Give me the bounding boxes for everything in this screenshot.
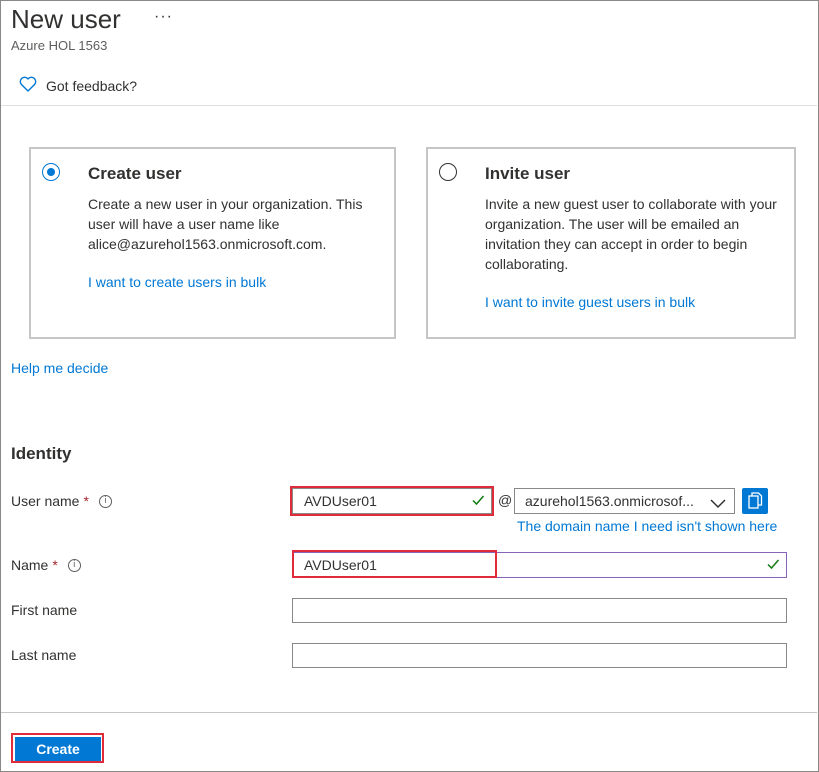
domain-dropdown[interactable]: azurehol1563.onmicrosof...: [514, 488, 735, 514]
info-icon[interactable]: i: [67, 558, 81, 572]
page-title: New user: [11, 4, 121, 34]
required-asterisk: *: [83, 493, 89, 509]
heart-icon: [19, 76, 37, 97]
name-label: Name: [11, 557, 49, 573]
username-label: User name: [11, 493, 80, 509]
footer-divider: [1, 712, 817, 713]
create-user-title: Create user: [88, 164, 182, 183]
domain-value: azurehol1563.onmicrosof...: [525, 493, 694, 509]
username-input[interactable]: AVDUser01: [292, 488, 492, 514]
first-name-label: First name: [11, 602, 78, 618]
first-name-input[interactable]: [292, 598, 787, 623]
create-user-option[interactable]: Create user Create a new user in your or…: [29, 147, 396, 339]
create-button[interactable]: Create: [15, 737, 101, 761]
name-input[interactable]: AVDUser01: [292, 552, 787, 578]
identity-section-title: Identity: [11, 444, 72, 463]
required-asterisk: *: [52, 557, 58, 573]
at-sign: @: [498, 492, 513, 508]
username-value: AVDUser01: [304, 493, 377, 509]
feedback-label: Got feedback?: [46, 78, 138, 94]
bulk-invite-link[interactable]: I want to invite guest users in bulk: [485, 294, 695, 310]
more-actions-button[interactable]: ···: [154, 8, 173, 26]
valid-check-icon: [766, 557, 780, 574]
copy-button[interactable]: [742, 488, 768, 514]
invite-user-description: Invite a new guest user to collaborate w…: [485, 196, 777, 272]
copy-icon: [742, 492, 768, 518]
info-icon[interactable]: i: [98, 494, 112, 508]
username-label-row: User name * i: [11, 493, 112, 509]
name-label-row: Name * i: [11, 557, 81, 573]
domain-not-shown-link[interactable]: The domain name I need isn't shown here: [517, 518, 777, 534]
bulk-create-link[interactable]: I want to create users in bulk: [88, 274, 266, 290]
invite-user-option[interactable]: Invite user Invite a new guest user to c…: [426, 147, 796, 339]
valid-check-icon: [471, 493, 485, 510]
invite-user-title: Invite user: [485, 164, 571, 183]
feedback-button[interactable]: Got feedback?: [19, 76, 137, 96]
header-divider: [1, 105, 817, 106]
last-name-input[interactable]: [292, 643, 787, 668]
invite-user-radio[interactable]: [439, 163, 457, 181]
create-user-description: Create a new user in your organization. …: [88, 196, 363, 252]
last-name-label: Last name: [11, 647, 77, 663]
tenant-subtitle: Azure HOL 1563: [11, 38, 108, 53]
chevron-down-icon: [710, 496, 726, 512]
create-user-radio[interactable]: [42, 163, 60, 181]
help-me-decide-link[interactable]: Help me decide: [11, 360, 108, 376]
name-value: AVDUser01: [304, 557, 377, 573]
